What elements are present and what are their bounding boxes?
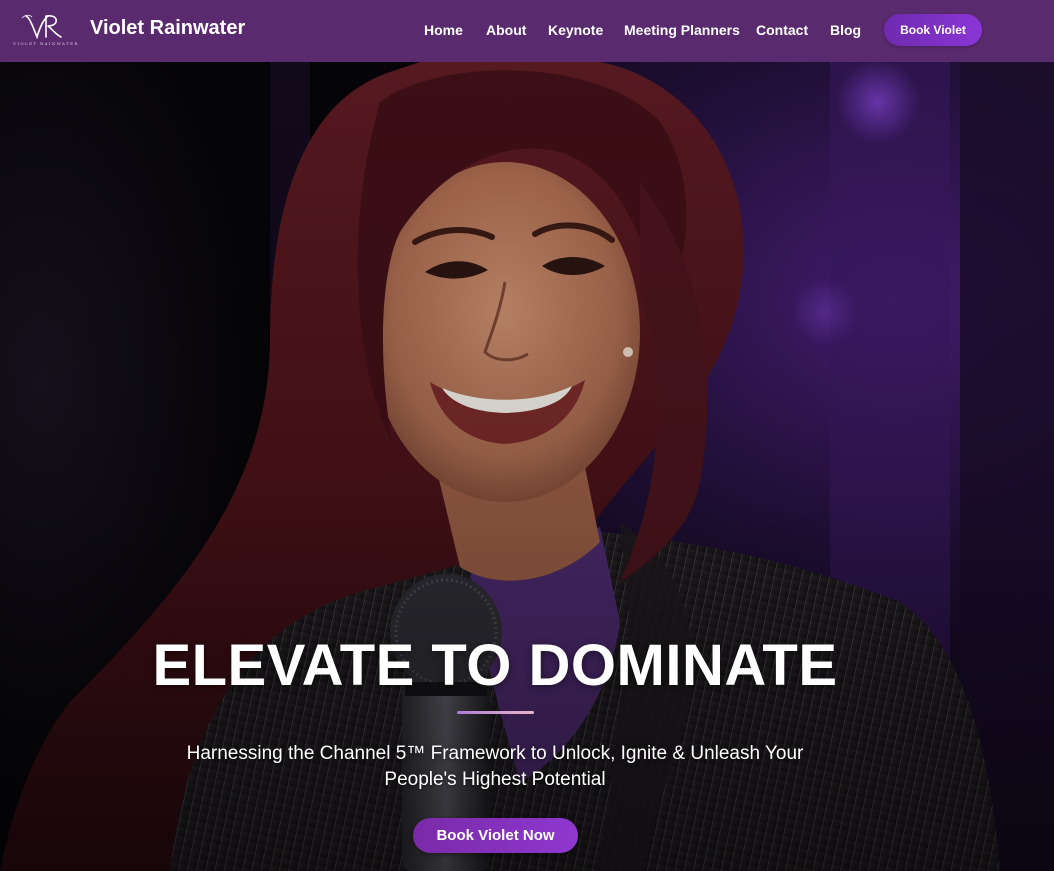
nav-contact[interactable]: Contact [756,22,808,38]
nav-blog[interactable]: Blog [830,22,861,38]
hero-headline: ELEVATE TO DOMINATE [152,633,838,698]
book-violet-button[interactable]: Book Violet [884,14,982,46]
nav-meeting-planners[interactable]: Meeting Planners [624,22,740,38]
nav-about[interactable]: About [486,22,526,38]
site-logo[interactable]: VIOLET RAINWATER [10,10,82,50]
site-name[interactable]: Violet Rainwater [90,17,245,40]
site-header: VIOLET RAINWATER Violet Rainwater Home A… [0,0,1054,62]
hero-subtitle: Harnessing the Channel 5™ Framework to U… [186,743,804,790]
logo-tagline: VIOLET RAINWATER [13,41,79,46]
nav-keynote[interactable]: Keynote [548,22,603,38]
hero-section: ELEVATE TO DOMINATE Harnessing the Chann… [0,62,1054,871]
headline-divider [457,711,534,714]
nav-home[interactable]: Home [424,22,463,38]
vr-monogram-icon [21,14,62,40]
book-violet-now-button[interactable]: Book Violet Now [413,818,578,853]
